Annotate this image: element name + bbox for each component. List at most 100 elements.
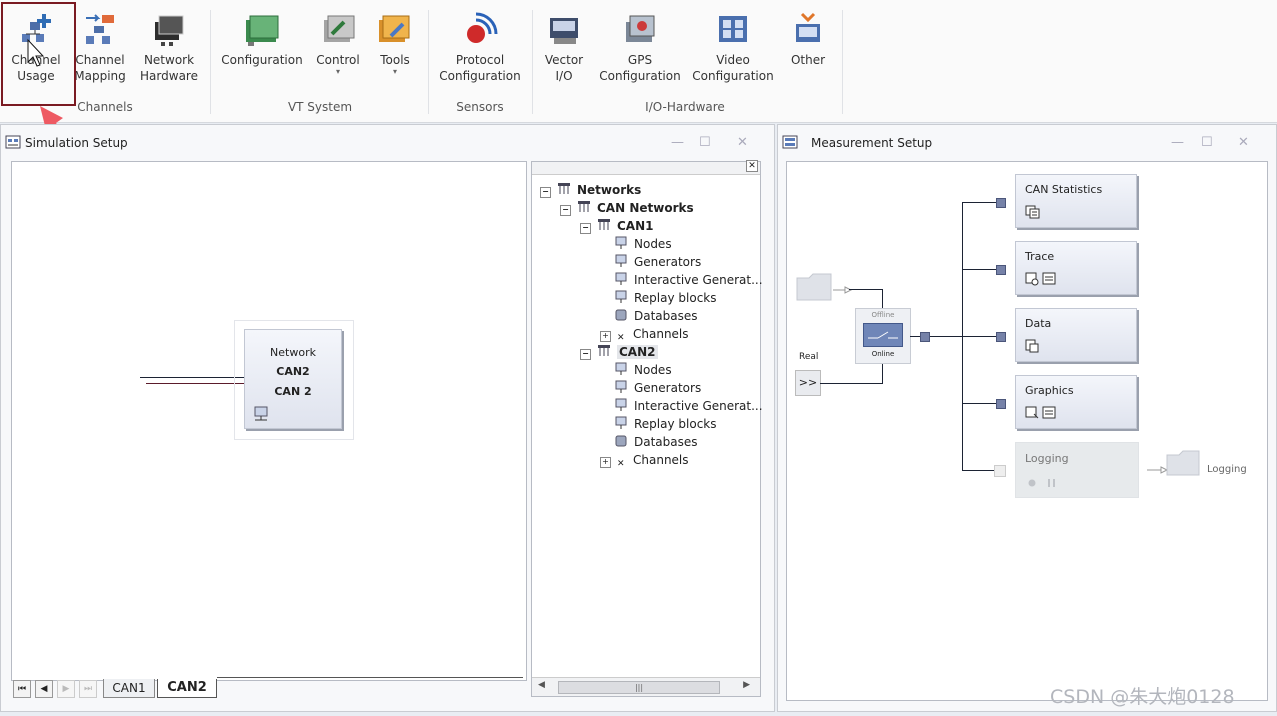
tree-item-databases[interactable]: Databases xyxy=(614,307,698,325)
network-node-box[interactable]: Network CAN2 CAN 2 xyxy=(244,329,342,429)
tree-item-can2[interactable]: − CAN2 xyxy=(580,343,658,361)
simulation-tab-bar: ⏮ ◀ ▶ ⏭ CAN1 CAN2 xyxy=(11,677,525,701)
tools-button[interactable]: Tools ▾ xyxy=(372,8,418,76)
protocol-configuration-button[interactable]: Protocol Configuration xyxy=(436,8,524,84)
tree-item-channels[interactable]: + ✕ Channels xyxy=(600,325,689,343)
control-icon xyxy=(320,12,356,48)
close-button[interactable]: ✕ xyxy=(737,135,748,150)
scroll-left-button[interactable]: ◀ xyxy=(538,680,545,690)
channel-mapping-icon xyxy=(82,12,118,48)
tree-panel-close-button[interactable]: ✕ xyxy=(746,160,758,172)
simulation-canvas[interactable]: Network CAN2 CAN 2 xyxy=(11,161,527,681)
video-configuration-label: Video Configuration xyxy=(692,53,774,83)
other-button[interactable]: Other xyxy=(784,8,832,68)
interactive-generator-icon xyxy=(615,272,627,285)
tree-item-networks[interactable]: − Networks xyxy=(540,181,641,199)
maximize-button[interactable]: ☐ xyxy=(699,135,711,150)
tree-horizontal-scrollbar[interactable]: ◀ ||| ▶ xyxy=(532,677,760,696)
maximize-button[interactable]: ☐ xyxy=(1201,135,1213,150)
tree-item-nodes[interactable]: Nodes xyxy=(614,361,672,379)
database-icon xyxy=(615,435,627,447)
ribbon-separator xyxy=(532,10,533,114)
tree-item-replay-blocks[interactable]: Replay blocks xyxy=(614,289,717,307)
logging-connector[interactable] xyxy=(994,465,1006,477)
gps-configuration-button[interactable]: GPS Configuration xyxy=(598,8,682,84)
trace-block[interactable]: Trace xyxy=(1015,241,1137,295)
expand-icon[interactable]: + xyxy=(600,457,611,468)
logging-output-folder-icon xyxy=(1166,450,1200,476)
close-button[interactable]: ✕ xyxy=(1238,135,1249,150)
vector-io-label: Vector I/O xyxy=(544,53,584,83)
online-offline-switch[interactable]: Offline Online xyxy=(855,308,911,364)
tree-item-can-networks[interactable]: − CAN Networks xyxy=(560,199,694,217)
video-configuration-button[interactable]: Video Configuration xyxy=(690,8,776,84)
tree-item-generators[interactable]: Generators xyxy=(614,253,701,271)
tree-item-databases[interactable]: Databases xyxy=(614,433,698,451)
prev-tab-button[interactable]: ◀ xyxy=(35,680,53,698)
tree-item-label: Generators xyxy=(634,255,702,269)
offline-label: Offline xyxy=(871,311,895,319)
last-tab-button[interactable]: ⏭ xyxy=(79,680,97,698)
vector-io-icon xyxy=(546,12,582,48)
logging-block[interactable]: Logging xyxy=(1015,442,1139,498)
control-button[interactable]: Control ▾ xyxy=(310,8,366,76)
data-block[interactable]: Data xyxy=(1015,308,1137,362)
network-hardware-button[interactable]: Network Hardware xyxy=(136,8,202,84)
tree-item-generators[interactable]: Generators xyxy=(614,379,701,397)
scroll-right-button[interactable]: ▶ xyxy=(743,680,750,690)
switch-output-connector[interactable] xyxy=(920,332,930,342)
generators-icon xyxy=(615,380,627,393)
collapse-icon[interactable]: − xyxy=(580,349,591,360)
collapse-icon[interactable]: − xyxy=(580,223,591,234)
can-statistics-block[interactable]: CAN Statistics xyxy=(1015,174,1137,228)
trace-connector[interactable] xyxy=(996,265,1006,275)
offline-source-folder-icon xyxy=(796,273,832,301)
simulation-setup-titlebar: Simulation Setup — ☐ ✕ xyxy=(1,125,774,159)
tree-item-channels[interactable]: + ✕ Channels xyxy=(600,451,689,469)
can-statistics-label: CAN Statistics xyxy=(1025,183,1103,196)
database-icon xyxy=(615,309,627,321)
tree-item-label: Generators xyxy=(634,381,702,395)
network-icon xyxy=(598,345,610,356)
measurement-canvas[interactable]: Real >> Offline Online CAN Statistics Tr… xyxy=(786,161,1268,701)
graphics-block[interactable]: Graphics xyxy=(1015,375,1137,429)
can-statistics-connector[interactable] xyxy=(996,198,1006,208)
tab-can1[interactable]: CAN1 xyxy=(103,679,155,698)
replay-block-icon xyxy=(615,290,627,303)
scroll-thumb[interactable]: ||| xyxy=(558,681,720,694)
bus-line xyxy=(146,383,244,384)
connection-line xyxy=(882,362,883,384)
network-node-title: Network xyxy=(270,346,316,359)
expand-icon[interactable]: + xyxy=(600,331,611,342)
statistics-icon xyxy=(1025,205,1040,219)
tree-item-interactive-generators[interactable]: Interactive Generat... xyxy=(614,397,763,415)
next-tab-button[interactable]: ▶ xyxy=(57,680,75,698)
connection-line xyxy=(882,289,883,309)
branch-line xyxy=(962,470,994,471)
tree-item-replay-blocks[interactable]: Replay blocks xyxy=(614,415,717,433)
collapse-icon[interactable]: − xyxy=(540,187,551,198)
configuration-button[interactable]: Configuration xyxy=(220,8,304,68)
gps-configuration-label: GPS Configuration xyxy=(599,53,681,83)
collapse-icon[interactable]: − xyxy=(560,205,571,216)
real-label: Real xyxy=(799,352,819,362)
tree-item-nodes[interactable]: Nodes xyxy=(614,235,672,253)
configuration-label: Configuration xyxy=(221,53,303,67)
real-mode-button[interactable]: >> xyxy=(795,370,821,396)
branch-line xyxy=(962,336,998,337)
vector-io-button[interactable]: Vector I/O xyxy=(540,8,588,84)
watermark-text: CSDN @朱大炮0128 xyxy=(1050,686,1235,708)
other-label: Other xyxy=(790,53,826,67)
graphics-connector[interactable] xyxy=(996,399,1006,409)
tab-can2[interactable]: CAN2 xyxy=(157,679,217,698)
tools-label: Tools xyxy=(380,53,410,67)
tree-item-interactive-generators[interactable]: Interactive Generat... xyxy=(614,271,763,289)
data-connector[interactable] xyxy=(996,332,1006,342)
tree-item-label: Interactive Generat... xyxy=(634,273,763,287)
tree-item-can1[interactable]: − CAN1 xyxy=(580,217,654,235)
ribbon-separator xyxy=(842,10,843,114)
first-tab-button[interactable]: ⏮ xyxy=(13,680,31,698)
minimize-button[interactable]: — xyxy=(671,135,684,150)
tree-item-label: CAN2 xyxy=(617,345,658,359)
minimize-button[interactable]: — xyxy=(1171,135,1184,150)
